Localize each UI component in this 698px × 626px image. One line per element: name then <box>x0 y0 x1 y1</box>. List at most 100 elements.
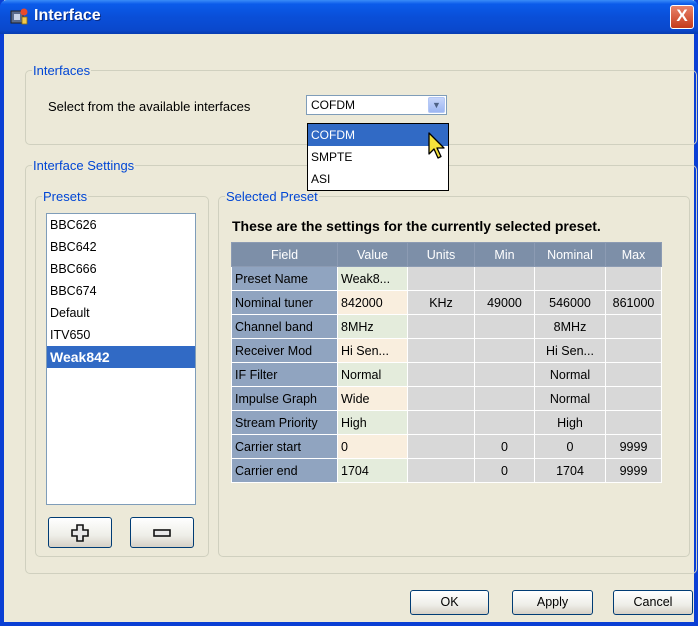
units-cell <box>407 338 475 363</box>
nominal-cell: High <box>534 410 606 435</box>
value-cell[interactable]: Normal <box>337 362 408 387</box>
add-preset-button[interactable] <box>48 517 112 548</box>
field-cell: Carrier start <box>231 434 338 459</box>
preset-item[interactable]: BBC642 <box>47 236 195 258</box>
field-cell: Impulse Graph <box>231 386 338 411</box>
units-cell <box>407 410 475 435</box>
max-cell: 9999 <box>605 434 662 459</box>
interface-dialog: Interface X Interfaces Select from the a… <box>0 0 698 626</box>
column-header[interactable]: Nominal <box>534 242 606 267</box>
min-cell <box>474 314 535 339</box>
min-cell: 0 <box>474 434 535 459</box>
column-header[interactable]: Max <box>605 242 662 267</box>
table-row: Nominal tuner 842000 KHz 49000 546000 86… <box>231 290 662 315</box>
preset-item[interactable]: ITV650 <box>47 324 195 346</box>
table-row: Receiver Mod Hi Sen... Hi Sen... <box>231 338 662 363</box>
minus-icon <box>153 529 171 537</box>
interfaces-legend: Interfaces <box>33 63 91 78</box>
selected-preset-legend: Selected Preset <box>226 189 318 204</box>
min-cell <box>474 338 535 363</box>
value-cell[interactable]: Wide <box>337 386 408 411</box>
value-cell[interactable]: 8MHz <box>337 314 408 339</box>
preset-item[interactable]: Default <box>47 302 195 324</box>
nominal-cell: 546000 <box>534 290 606 315</box>
combobox-value: COFDM <box>311 98 355 112</box>
value-cell[interactable]: 842000 <box>337 290 408 315</box>
select-interface-label: Select from the available interfaces <box>48 99 251 114</box>
nominal-cell: 0 <box>534 434 606 459</box>
remove-preset-button[interactable] <box>130 517 194 548</box>
preset-item[interactable]: BBC674 <box>47 280 195 302</box>
value-cell[interactable]: Hi Sen... <box>337 338 408 363</box>
presets-legend: Presets <box>43 189 88 204</box>
max-cell <box>605 338 662 363</box>
min-cell: 0 <box>474 458 535 483</box>
interface-settings-legend: Interface Settings <box>33 158 135 173</box>
ok-button[interactable]: OK <box>410 590 489 615</box>
dropdown-option-asi[interactable]: ASI <box>308 168 448 190</box>
units-cell <box>407 266 475 291</box>
field-cell: Stream Priority <box>231 410 338 435</box>
presets-list[interactable]: BBC626 BBC642 BBC666 BBC674 Default ITV6… <box>46 213 196 505</box>
app-icon <box>10 8 28 25</box>
table-row: Carrier start 0 0 0 9999 <box>231 434 662 459</box>
table-header-row: Field Value Units Min Nominal Max <box>231 242 662 267</box>
column-header[interactable]: Value <box>337 242 408 267</box>
max-cell: 861000 <box>605 290 662 315</box>
preset-item[interactable]: BBC626 <box>47 214 195 236</box>
title-bar[interactable]: Interface X <box>0 0 698 34</box>
max-cell <box>605 410 662 435</box>
dropdown-option-smpte[interactable]: SMPTE <box>308 146 448 168</box>
field-cell: Nominal tuner <box>231 290 338 315</box>
nominal-cell: Normal <box>534 362 606 387</box>
column-header[interactable]: Min <box>474 242 535 267</box>
field-cell: IF Filter <box>231 362 338 387</box>
nominal-cell: 8MHz <box>534 314 606 339</box>
nominal-cell: Normal <box>534 386 606 411</box>
value-cell[interactable]: 1704 <box>337 458 408 483</box>
preset-item-selected[interactable]: Weak842 <box>47 346 195 368</box>
apply-button[interactable]: Apply <box>512 590 593 615</box>
window-title: Interface <box>34 7 101 24</box>
value-cell[interactable]: 0 <box>337 434 408 459</box>
value-cell[interactable]: Weak8... <box>337 266 408 291</box>
table-row: IF Filter Normal Normal <box>231 362 662 387</box>
table-row: Preset Name Weak8... <box>231 266 662 291</box>
nominal-cell <box>534 266 606 291</box>
nominal-cell: 1704 <box>534 458 606 483</box>
table-row: Impulse Graph Wide Normal <box>231 386 662 411</box>
value-cell[interactable]: High <box>337 410 408 435</box>
chevron-down-icon[interactable]: ▼ <box>428 97 445 113</box>
units-cell: KHz <box>407 290 475 315</box>
plus-icon <box>71 524 89 542</box>
units-cell <box>407 458 475 483</box>
min-cell <box>474 266 535 291</box>
cancel-button[interactable]: Cancel <box>613 590 693 615</box>
nominal-cell: Hi Sen... <box>534 338 606 363</box>
preset-item[interactable]: BBC666 <box>47 258 195 280</box>
table-row: Carrier end 1704 0 1704 9999 <box>231 458 662 483</box>
field-cell: Preset Name <box>231 266 338 291</box>
units-cell <box>407 434 475 459</box>
min-cell <box>474 362 535 387</box>
min-cell <box>474 386 535 411</box>
table-row: Stream Priority High High <box>231 410 662 435</box>
units-cell <box>407 362 475 387</box>
selected-preset-heading: These are the settings for the currently… <box>232 218 601 234</box>
max-cell <box>605 386 662 411</box>
field-cell: Channel band <box>231 314 338 339</box>
units-cell <box>407 314 475 339</box>
interface-combobox[interactable]: COFDM ▼ <box>306 95 447 115</box>
mouse-pointer-icon <box>428 132 445 159</box>
max-cell <box>605 314 662 339</box>
min-cell: 49000 <box>474 290 535 315</box>
table-row: Channel band 8MHz 8MHz <box>231 314 662 339</box>
max-cell <box>605 362 662 387</box>
dropdown-option-cofdm[interactable]: COFDM <box>308 124 448 146</box>
column-header[interactable]: Units <box>407 242 475 267</box>
settings-table: Field Value Units Min Nominal Max Preset… <box>231 242 662 483</box>
column-header[interactable]: Field <box>231 242 338 267</box>
units-cell <box>407 386 475 411</box>
close-button[interactable]: X <box>670 5 694 29</box>
field-cell: Carrier end <box>231 458 338 483</box>
